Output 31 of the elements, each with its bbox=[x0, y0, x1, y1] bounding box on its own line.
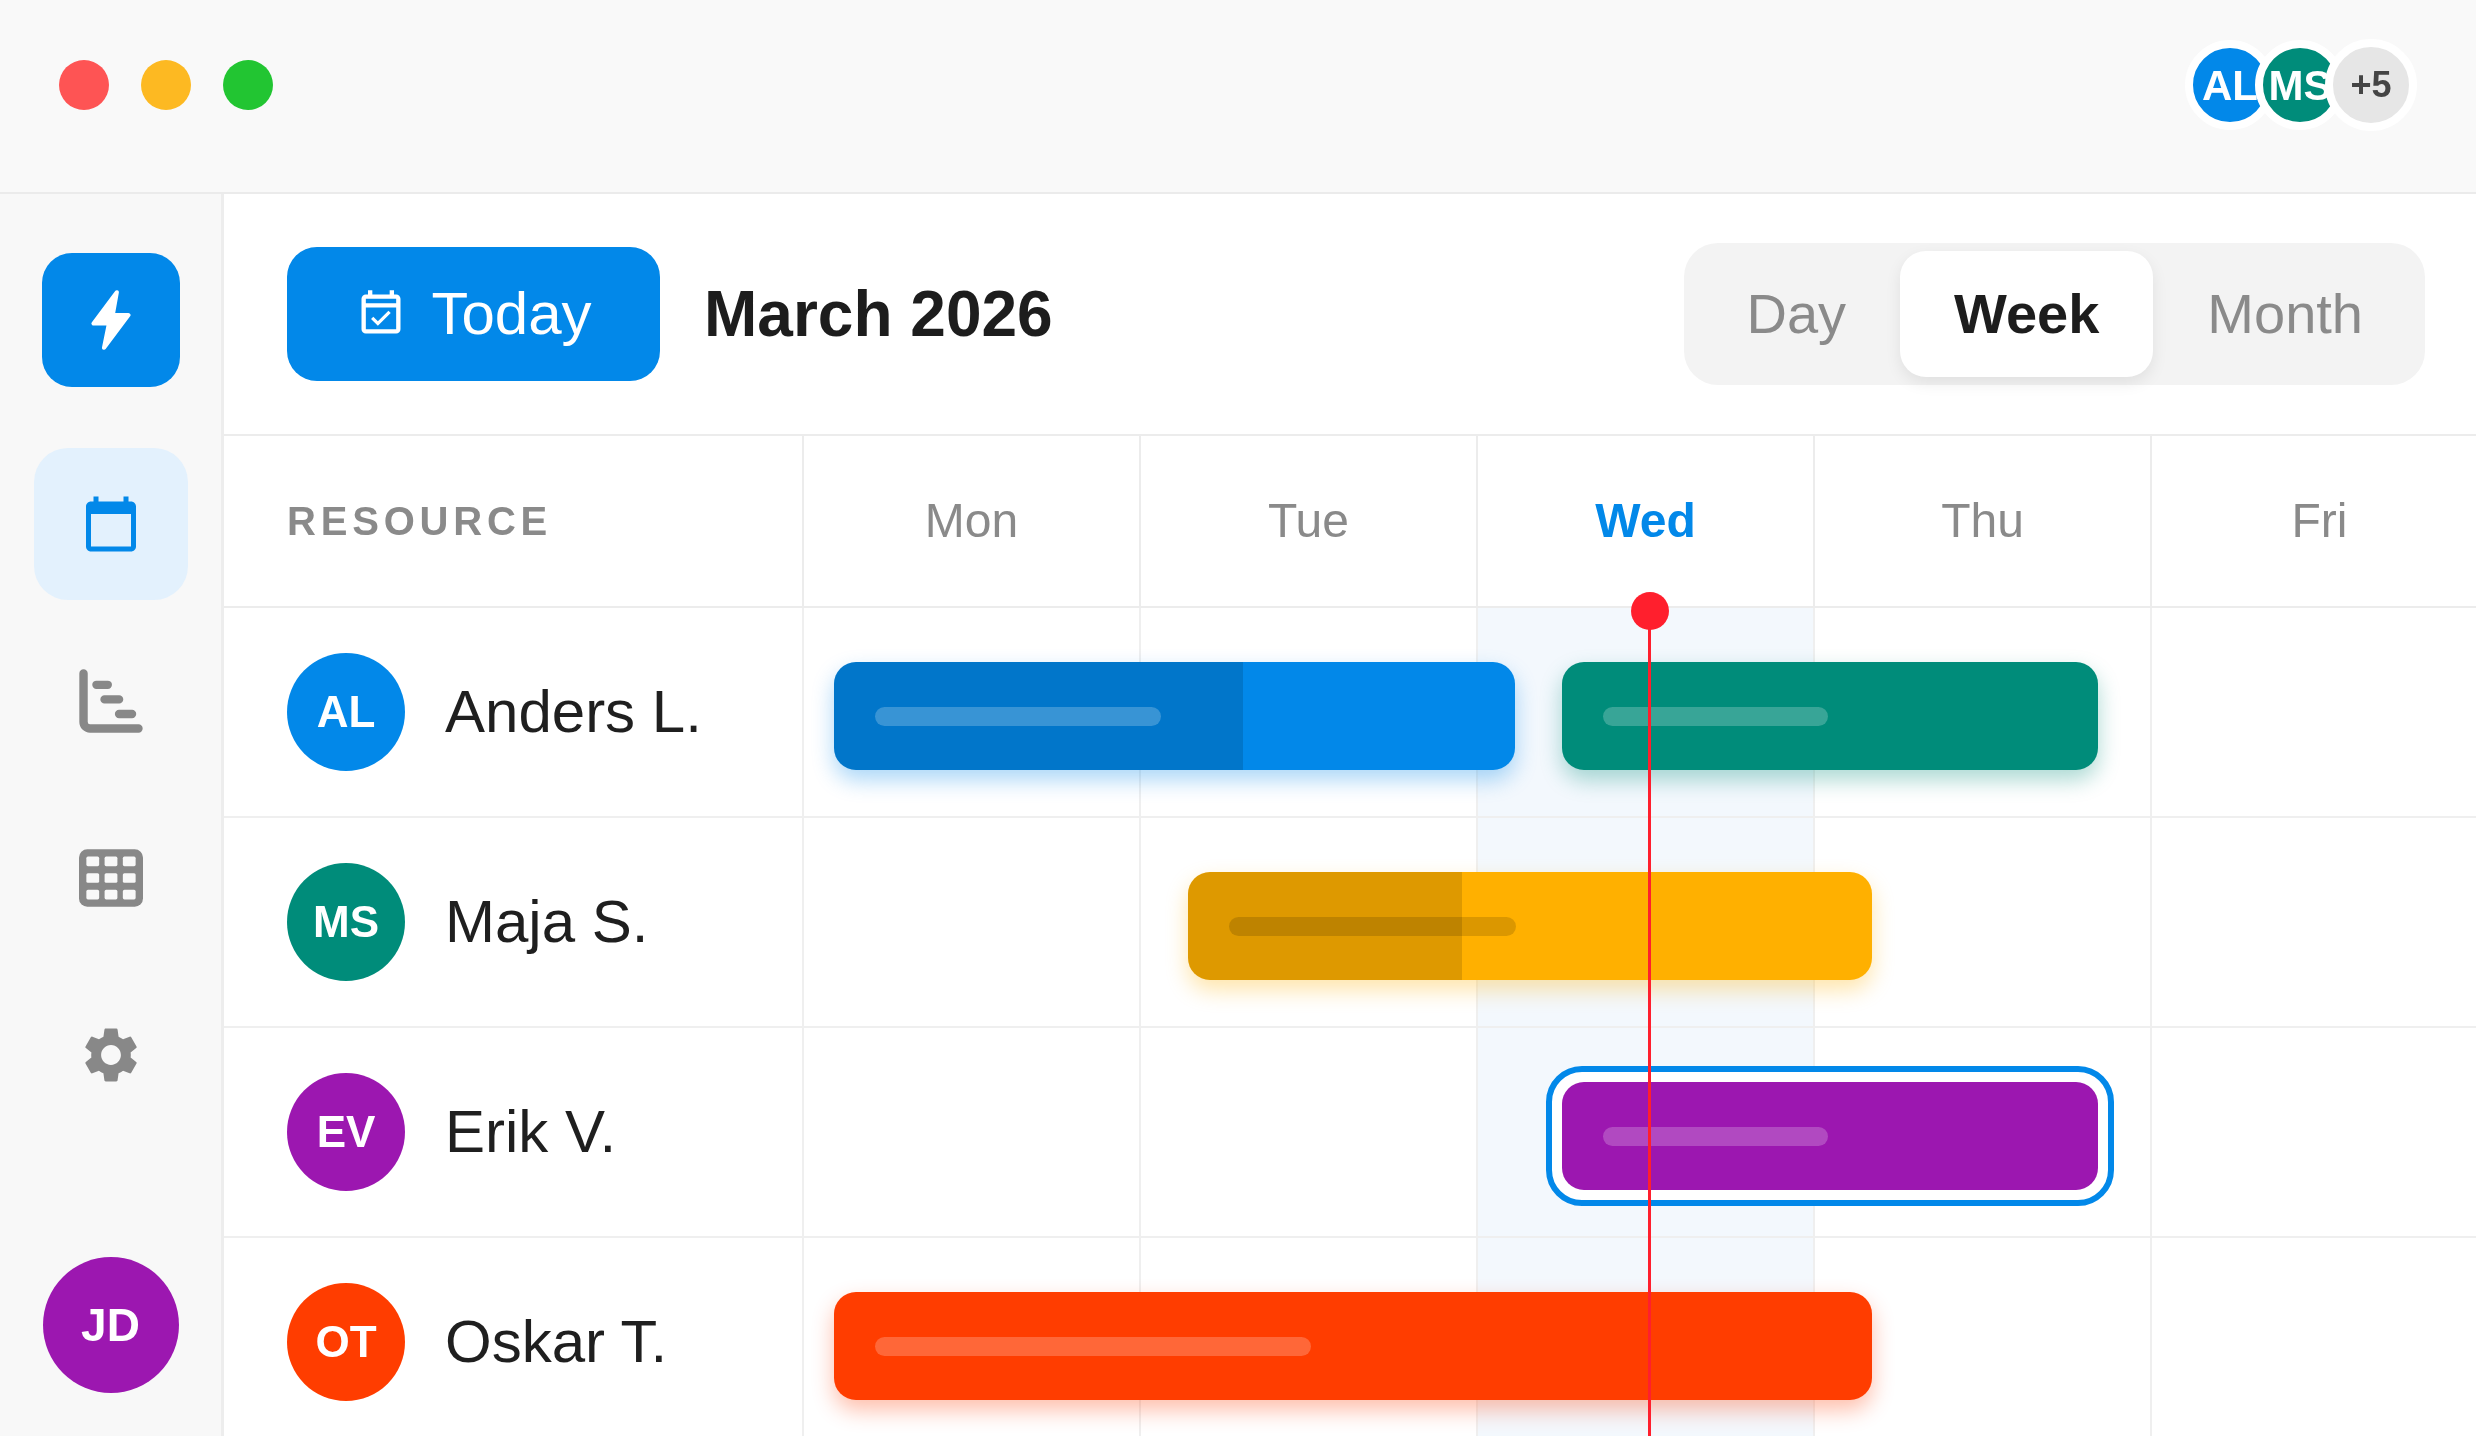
resource-name: Erik V. bbox=[445, 1097, 617, 1167]
resource-name: Oskar T. bbox=[445, 1307, 668, 1377]
app-logo-button[interactable] bbox=[41, 253, 180, 387]
day-heading: Fri bbox=[2291, 493, 2348, 549]
maximize-button[interactable] bbox=[223, 60, 273, 110]
resource-avatar: OT bbox=[287, 1283, 405, 1401]
column-heading: RESOURCE bbox=[287, 498, 553, 545]
resource-avatar: EV bbox=[287, 1073, 405, 1191]
day-heading: Mon bbox=[924, 493, 1019, 549]
nav-item[interactable] bbox=[33, 448, 188, 600]
task-bar[interactable] bbox=[834, 662, 1516, 770]
resource-name: Anders L. bbox=[445, 677, 702, 747]
lightning-icon bbox=[90, 290, 131, 350]
profile-avatar[interactable]: JD bbox=[42, 1257, 179, 1393]
grid-icon bbox=[78, 849, 143, 907]
day-heading: Wed bbox=[1595, 493, 1696, 549]
day-heading: Tue bbox=[1268, 493, 1349, 549]
close-button[interactable] bbox=[59, 60, 109, 110]
resource-avatar: MS bbox=[287, 863, 405, 981]
resource-avatar: AL bbox=[287, 653, 405, 771]
view-tab[interactable]: Week bbox=[1900, 251, 2154, 377]
minimize-button[interactable] bbox=[141, 60, 191, 110]
task-bar[interactable] bbox=[1562, 1082, 2099, 1190]
day-heading: Thu bbox=[1941, 493, 2024, 549]
gantt-chart-icon bbox=[78, 669, 143, 733]
task-bar[interactable] bbox=[1188, 872, 1873, 980]
period-title: March 2026 bbox=[704, 277, 1053, 352]
resource-name: Maja S. bbox=[445, 887, 649, 957]
task-bar[interactable] bbox=[834, 1292, 1873, 1400]
task-bar[interactable] bbox=[1562, 662, 2099, 770]
today-button[interactable]: Today bbox=[287, 247, 660, 381]
